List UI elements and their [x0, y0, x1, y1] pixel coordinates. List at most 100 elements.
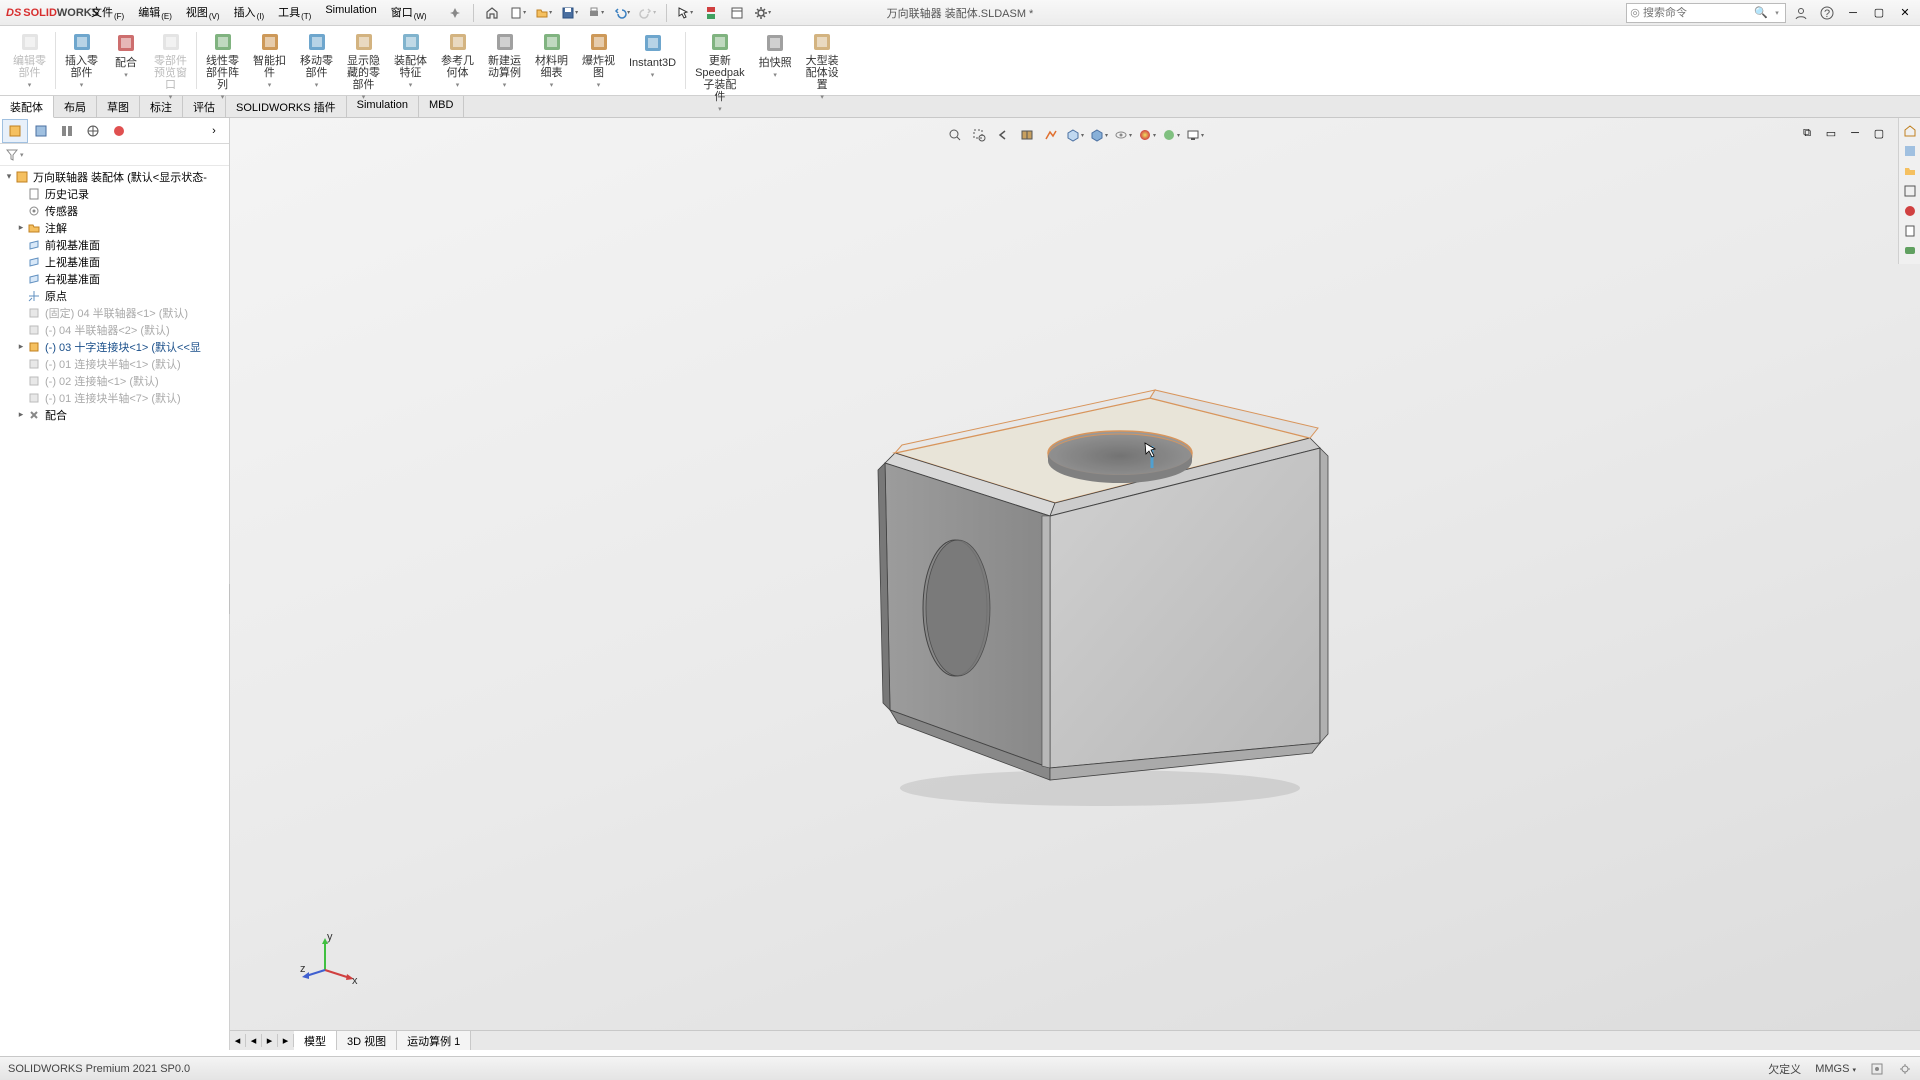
custom-props-icon[interactable] — [1901, 222, 1919, 240]
tree-item[interactable]: (固定) 04 半联轴器<1> (默认) — [0, 304, 229, 321]
appearances-icon[interactable] — [1901, 202, 1919, 220]
search-glass-icon[interactable]: 🔍 — [1753, 6, 1769, 19]
orientation-triad[interactable]: y x z — [300, 930, 360, 990]
ribbon-智能扣件[interactable]: 智能扣件▾ — [246, 28, 293, 93]
tree-item[interactable]: 上视基准面 — [0, 253, 229, 270]
search-dropdown-icon[interactable]: ▾ — [1769, 9, 1785, 17]
command-search[interactable]: ◎ 🔍 ▾ — [1626, 3, 1786, 23]
view-palette-icon[interactable] — [1901, 182, 1919, 200]
tree-item[interactable]: 右视基准面 — [0, 270, 229, 287]
tree-item[interactable]: (-) 01 连接块半轴<1> (默认) — [0, 355, 229, 372]
search-input[interactable] — [1643, 7, 1753, 19]
vp-maximize-icon[interactable]: ▢ — [1868, 122, 1890, 144]
ribbon-材料明细表[interactable]: 材料明细表▾ — [528, 28, 575, 93]
ribbon-Instant3D[interactable]: Instant3D▾ — [622, 28, 683, 93]
menu-插入[interactable]: 插入(I) — [227, 0, 272, 25]
motion-tab-模型[interactable]: 模型 — [294, 1031, 337, 1051]
ribbon-装配体特征[interactable]: 装配体特征▾ — [387, 28, 434, 93]
menu-视图[interactable]: 视图(V) — [179, 0, 227, 25]
feature-tree-tab[interactable] — [2, 119, 28, 143]
help-icon[interactable]: ? — [1816, 2, 1838, 24]
tree-item[interactable]: (-) 01 连接块半轴<7> (默认) — [0, 389, 229, 406]
tree-item[interactable]: 前视基准面 — [0, 236, 229, 253]
status-units[interactable]: MMGS ▾ — [1815, 1063, 1856, 1075]
display-style-icon[interactable]: ▾ — [1088, 124, 1110, 146]
tab-MBD[interactable]: MBD — [419, 96, 464, 117]
tree-root[interactable]: ▾万向联轴器 装配体 (默认<显示状态- — [0, 168, 229, 185]
vp-minimize-icon[interactable]: ─ — [1844, 122, 1866, 144]
home-icon[interactable] — [481, 2, 503, 24]
ribbon-显示隐藏的零部件[interactable]: 显示隐藏的零部件▾ — [340, 28, 387, 93]
close-button[interactable]: ✕ — [1894, 2, 1916, 24]
property-manager-tab[interactable] — [28, 119, 54, 143]
vp-link-icon[interactable]: ⧉ — [1796, 122, 1818, 144]
ribbon-线性零部件阵列[interactable]: 线性零部件阵列▾ — [199, 28, 246, 93]
status-gear-icon[interactable] — [1898, 1062, 1912, 1076]
tree-filter[interactable]: ▾ — [0, 144, 229, 166]
manager-expand-icon[interactable]: › — [201, 119, 227, 143]
dimxpert-tab[interactable] — [80, 119, 106, 143]
tab-布局[interactable]: 布局 — [54, 96, 97, 117]
settings-icon[interactable]: ▾ — [752, 2, 774, 24]
ribbon-配合[interactable]: 配合▾ — [105, 28, 147, 93]
tab-scroll[interactable]: ◂◂▸▸ — [230, 1034, 294, 1047]
status-custom-icon[interactable] — [1870, 1062, 1884, 1076]
menu-编辑[interactable]: 编辑(E) — [131, 0, 179, 25]
design-library-icon[interactable] — [1901, 142, 1919, 160]
pin-icon[interactable] — [444, 2, 466, 24]
view-orientation-icon[interactable]: ▾ — [1064, 124, 1086, 146]
tab-标注[interactable]: 标注 — [140, 96, 183, 117]
select-icon[interactable]: ▾ — [674, 2, 696, 24]
ribbon-拍快照[interactable]: 拍快照▾ — [752, 28, 799, 93]
zoom-area-icon[interactable] — [968, 124, 990, 146]
menu-窗口[interactable]: 窗口(W) — [384, 0, 434, 25]
rebuild-icon[interactable] — [700, 2, 722, 24]
edit-appearance-icon[interactable]: ▾ — [1136, 124, 1158, 146]
save-icon[interactable]: ▾ — [559, 2, 581, 24]
zoom-fit-icon[interactable] — [944, 124, 966, 146]
ribbon-更新Speedpak子装配件[interactable]: 更新Speedpak子装配件▾ — [688, 28, 752, 93]
tree-item[interactable]: 传感器 — [0, 202, 229, 219]
tree-item[interactable]: ▸配合 — [0, 406, 229, 423]
ribbon-移动零部件[interactable]: 移动零部件▾ — [293, 28, 340, 93]
configuration-tab[interactable] — [54, 119, 80, 143]
print-icon[interactable]: ▾ — [585, 2, 607, 24]
view-settings-icon[interactable]: ▾ — [1184, 124, 1206, 146]
undo-icon[interactable]: ▾ — [611, 2, 633, 24]
user-icon[interactable] — [1790, 2, 1812, 24]
section-view-icon[interactable] — [1016, 124, 1038, 146]
tab-SOLIDWORKS 插件[interactable]: SOLIDWORKS 插件 — [226, 96, 347, 117]
tab-评估[interactable]: 评估 — [183, 96, 226, 117]
vp-split-icon[interactable]: ▭ — [1820, 122, 1842, 144]
resources-icon[interactable] — [1901, 122, 1919, 140]
new-icon[interactable]: ▾ — [507, 2, 529, 24]
menu-工具[interactable]: 工具(T) — [271, 0, 318, 25]
dynamic-annotation-icon[interactable] — [1040, 124, 1062, 146]
tab-装配体[interactable]: 装配体 — [0, 96, 54, 118]
tab-草图[interactable]: 草图 — [97, 96, 140, 117]
file-explorer-icon[interactable] — [1901, 162, 1919, 180]
tree-item[interactable]: 历史记录 — [0, 185, 229, 202]
ribbon-参考几何体[interactable]: 参考几何体▾ — [434, 28, 481, 93]
display-tab[interactable] — [106, 119, 132, 143]
apply-scene-icon[interactable]: ▾ — [1160, 124, 1182, 146]
previous-view-icon[interactable] — [992, 124, 1014, 146]
tree-item[interactable]: ▸(-) 03 十字连接块<1> (默认<<显 — [0, 338, 229, 355]
maximize-button[interactable]: ▢ — [1868, 2, 1890, 24]
tree-item[interactable]: 原点 — [0, 287, 229, 304]
ribbon-插入零部件[interactable]: 插入零部件▾ — [58, 28, 105, 93]
tree-item[interactable]: (-) 04 半联轴器<2> (默认) — [0, 321, 229, 338]
open-icon[interactable]: ▾ — [533, 2, 555, 24]
ribbon-大型装配体设置[interactable]: 大型装配体设置▾ — [799, 28, 846, 93]
hide-show-icon[interactable]: ▾ — [1112, 124, 1134, 146]
options-form-icon[interactable] — [726, 2, 748, 24]
forum-icon[interactable] — [1901, 242, 1919, 260]
tab-Simulation[interactable]: Simulation — [347, 96, 419, 117]
ribbon-新建运动算例[interactable]: 新建运动算例▾ — [481, 28, 528, 93]
redo-icon[interactable]: ▾ — [637, 2, 659, 24]
tree-item[interactable]: ▸注解 — [0, 219, 229, 236]
menu-文件[interactable]: 文件(F) — [84, 0, 131, 25]
ribbon-爆炸视图[interactable]: 爆炸视图▾ — [575, 28, 622, 93]
tree-item[interactable]: (-) 02 连接轴<1> (默认) — [0, 372, 229, 389]
menu-Simulation[interactable]: Simulation — [318, 0, 383, 25]
